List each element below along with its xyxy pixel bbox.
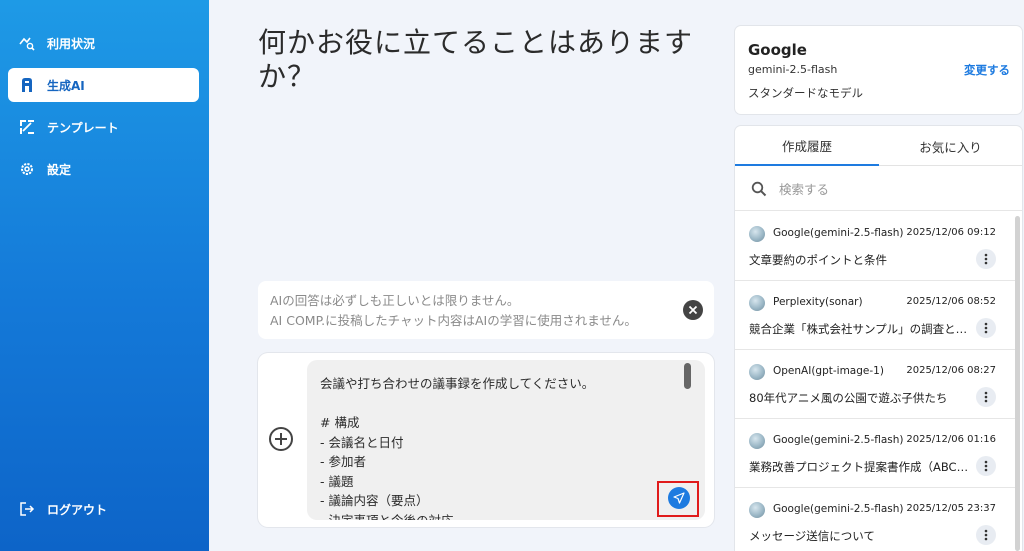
search-input[interactable] — [779, 177, 999, 201]
history-item-title: 競合企業「株式会社サンプル」の調査と… — [749, 322, 968, 336]
search-icon — [751, 181, 767, 197]
logout-button[interactable]: ログアウト — [8, 492, 199, 526]
logout-label: ログアウト — [47, 502, 108, 517]
logout-icon — [19, 501, 35, 517]
sidebar-item-label: テンプレート — [47, 120, 119, 135]
kebab-menu-icon — [984, 460, 988, 472]
template-grid-icon — [19, 119, 35, 135]
model-avatar — [749, 433, 765, 449]
chat-composer: 会議や打ち合わせの議事録を作成してください。 # 構成 - 会議名と日付 - 参… — [258, 353, 714, 527]
history-item-model: Google(gemini-2.5-flash) — [773, 227, 904, 239]
sidebar-item-label: 利用状況 — [47, 36, 96, 51]
model-provider: Google — [748, 41, 807, 59]
history-search — [735, 167, 1022, 211]
sidebar-item-usage[interactable]: 利用状況 — [8, 26, 199, 60]
page-title: 何かお役に立てることはありますか？ — [258, 26, 694, 93]
history-item-model: Perplexity(sonar) — [773, 296, 863, 308]
model-description: スタンダードなモデル — [748, 86, 863, 100]
history-item[interactable]: OpenAI(gpt-image-1) 2025/12/06 08:27 80年… — [735, 350, 1015, 419]
kebab-menu-icon — [984, 253, 988, 265]
history-item-title: メッセージ送信について — [749, 529, 875, 543]
history-item-date: 2025/12/06 01:16 — [906, 434, 996, 445]
add-attachment-button[interactable] — [268, 426, 294, 452]
sidebar: 利用状況 生成AI テンプレート 設定 ログアウト — [0, 0, 209, 551]
send-icon — [673, 492, 685, 504]
history-item-model: OpenAI(gpt-image-1) — [773, 365, 884, 377]
model-card: Google gemini-2.5-flash スタンダードなモデル 変更する — [735, 26, 1022, 114]
notice-line-2: AI COMP.に投稿したチャット内容はAIの学習に使用されません。 — [270, 313, 637, 328]
sidebar-item-settings[interactable]: 設定 — [8, 152, 199, 186]
history-panel: 作成履歴 お気に入り Google(gemini-2.5-flash) 2025… — [735, 126, 1022, 551]
more-options-button[interactable] — [976, 249, 996, 269]
history-item-model: Google(gemini-2.5-flash) — [773, 434, 904, 446]
more-options-button[interactable] — [976, 525, 996, 545]
history-item[interactable]: Perplexity(sonar) 2025/12/06 08:52 競合企業「… — [735, 281, 1015, 350]
more-options-button[interactable] — [976, 318, 996, 338]
history-scrollbar[interactable] — [1015, 216, 1020, 551]
model-avatar — [749, 226, 765, 242]
history-item-date: 2025/12/06 09:12 — [906, 227, 996, 238]
model-avatar — [749, 295, 765, 311]
sidebar-item-generative-ai[interactable]: 生成AI — [8, 68, 199, 102]
history-item-title: 業務改善プロジェクト提案書作成（ABC… — [749, 460, 969, 474]
send-button[interactable] — [668, 487, 690, 509]
history-item[interactable]: Google(gemini-2.5-flash) 2025/12/05 23:3… — [735, 488, 1015, 551]
usage-chart-icon — [19, 35, 35, 51]
sidebar-item-label: 生成AI — [47, 78, 85, 93]
model-name: gemini-2.5-flash — [748, 63, 838, 76]
sidebar-item-templates[interactable]: テンプレート — [8, 110, 199, 144]
gear-icon — [19, 161, 35, 177]
tab-history[interactable]: 作成履歴 — [735, 126, 879, 166]
ai-logo-icon — [19, 77, 35, 93]
more-options-button[interactable] — [976, 456, 996, 476]
kebab-menu-icon — [984, 322, 988, 334]
model-avatar — [749, 364, 765, 380]
history-item[interactable]: Google(gemini-2.5-flash) 2025/12/06 01:1… — [735, 419, 1015, 488]
change-model-button[interactable]: 変更する — [964, 62, 1010, 78]
kebab-menu-icon — [984, 529, 988, 541]
kebab-menu-icon — [984, 391, 988, 403]
history-item-title: 80年代アニメ風の公園で遊ぶ子供たち — [749, 391, 948, 405]
history-item-model: Google(gemini-2.5-flash) — [773, 503, 904, 515]
send-button-highlight — [657, 481, 699, 517]
notice-line-1: AIの回答は必ずしも正しいとは限りません。 — [270, 293, 520, 308]
prompt-text[interactable]: 会議や打ち合わせの議事録を作成してください。 # 構成 - 会議名と日付 - 参… — [320, 374, 680, 520]
history-item-date: 2025/12/06 08:27 — [906, 365, 996, 376]
tab-favorites[interactable]: お気に入り — [879, 126, 1022, 166]
close-icon — [688, 305, 698, 315]
history-item-date: 2025/12/06 08:52 — [906, 296, 996, 307]
history-item[interactable]: Google(gemini-2.5-flash) 2025/12/06 09:1… — [735, 212, 1015, 281]
history-item-date: 2025/12/05 23:37 — [906, 503, 996, 514]
model-avatar — [749, 502, 765, 518]
plus-circle-icon — [269, 427, 293, 451]
more-options-button[interactable] — [976, 387, 996, 407]
prompt-scrollbar[interactable] — [684, 363, 691, 389]
disclaimer-notice: AIの回答は必ずしも正しいとは限りません。 AI COMP.に投稿したチャット内… — [258, 281, 714, 339]
history-tabs: 作成履歴 お気に入り — [735, 126, 1022, 166]
prompt-input[interactable]: 会議や打ち合わせの議事録を作成してください。 # 構成 - 会議名と日付 - 参… — [307, 360, 705, 520]
sidebar-item-label: 設定 — [47, 162, 72, 177]
close-notice-button[interactable] — [683, 300, 703, 320]
history-item-title: 文章要約のポイントと条件 — [749, 253, 887, 267]
